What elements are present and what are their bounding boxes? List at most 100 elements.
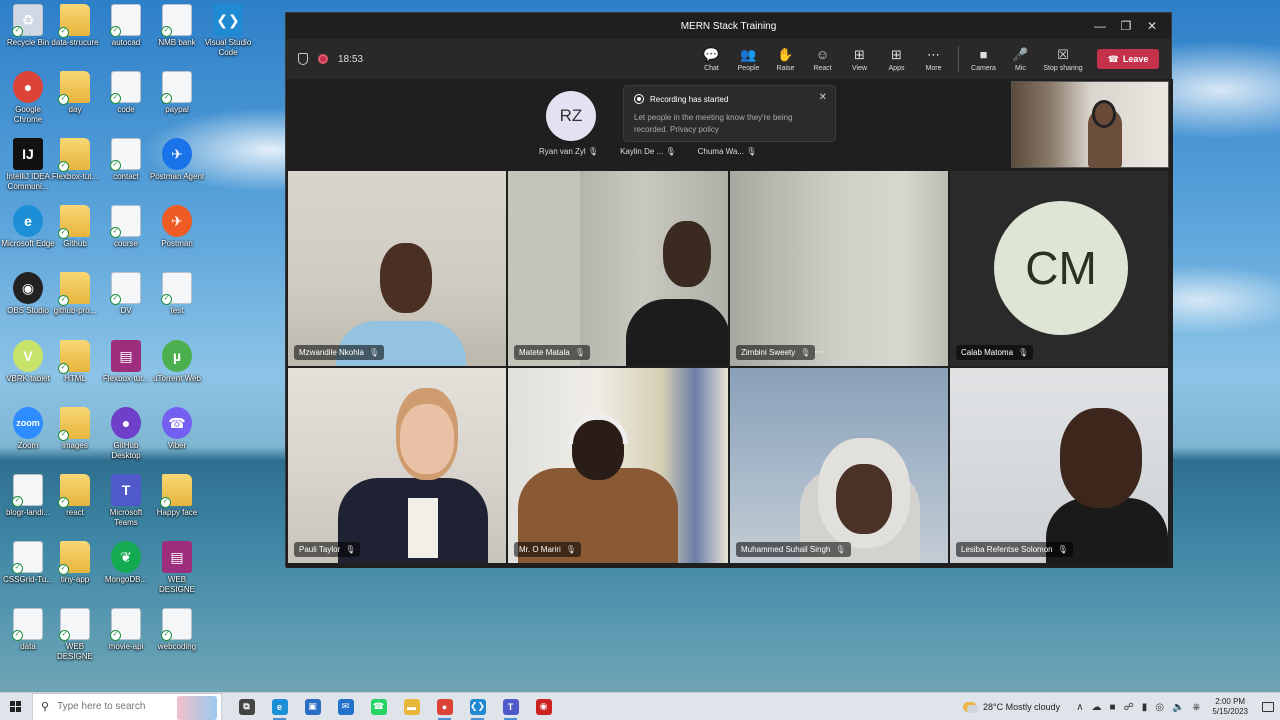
- view-button[interactable]: ⊞ View: [841, 39, 878, 79]
- taskbar-app-task-view[interactable]: ⧉: [230, 693, 263, 720]
- participant-name: Muhammed Suhail Singh: [741, 545, 831, 554]
- privacy-policy-link[interactable]: recorded. Privacy policy: [634, 124, 825, 136]
- desktop-icon[interactable]: ✓ Happy face: [149, 474, 205, 538]
- roster-participant[interactable]: Chuma Wa... 🎙: [698, 147, 757, 156]
- desktop-icon[interactable]: ✓ HTML: [47, 340, 103, 404]
- toolbar-label: Mic: [1015, 64, 1026, 72]
- video-tile[interactable]: Pauli Taylor 🎙: [288, 368, 506, 563]
- more-button[interactable]: ⋯ More: [915, 39, 952, 79]
- desktop-icon[interactable]: ✓ react: [47, 474, 103, 538]
- stop-sharing-button[interactable]: ☒ Stop sharing: [1039, 39, 1087, 79]
- video-tile[interactable]: CM Calab Matoma 🎙: [950, 171, 1168, 366]
- folder-icon[interactable]: ■: [1110, 702, 1116, 713]
- desktop-icon[interactable]: ● GitHub Desktop: [98, 407, 154, 471]
- video-tile[interactable]: Lesiba Refentse Solomon 🎙: [950, 368, 1168, 563]
- taskbar-app-edge[interactable]: e: [263, 693, 296, 720]
- desktop-icon-label: Microsoft Teams: [109, 508, 143, 527]
- raise-button[interactable]: ✋ Raise: [767, 39, 804, 79]
- desktop-icon[interactable]: ✓ github-pro...: [47, 272, 103, 336]
- video-tile[interactable]: Matete Matala 🎙: [508, 171, 728, 366]
- taskbar-app-recorder[interactable]: ◉: [527, 693, 560, 720]
- desktop-icon[interactable]: ✓ paypal: [149, 71, 205, 135]
- network-icon[interactable]: ◎: [1155, 702, 1164, 713]
- avatar[interactable]: RZ: [546, 91, 596, 141]
- desktop-icon[interactable]: ✓ Github: [47, 205, 103, 269]
- restore-icon[interactable]: ❐: [1113, 13, 1139, 39]
- desktop-icon[interactable]: ✓ DV: [98, 272, 154, 336]
- app-icon: IJ: [13, 138, 43, 170]
- desktop-icon[interactable]: ❦ MongoDB...: [98, 541, 154, 605]
- desktop-icon[interactable]: T Microsoft Teams: [98, 474, 154, 538]
- taskbar-search[interactable]: ⚲: [32, 692, 222, 720]
- folder-icon: ✓: [58, 474, 90, 508]
- desktop-icon[interactable]: ✓ movie-api: [98, 608, 154, 672]
- taskbar-app-mail[interactable]: ✉: [329, 693, 362, 720]
- chevron-up-icon[interactable]: ∧: [1076, 702, 1083, 713]
- recorder-icon: ◉: [535, 698, 552, 715]
- desktop-icon[interactable]: ✓ contact: [98, 138, 154, 202]
- mic-off-icon: 🎙: [565, 545, 576, 554]
- desktop-icon[interactable]: ✓ Flexbox-tut...: [47, 138, 103, 202]
- taskbar-app-teams[interactable]: T: [494, 693, 527, 720]
- desktop-icon[interactable]: ✓ webcoding: [149, 608, 205, 672]
- react-button[interactable]: ☺ React: [804, 39, 841, 79]
- chat-button[interactable]: 💬 Chat: [693, 39, 730, 79]
- cloud-icon[interactable]: ☁: [1092, 702, 1102, 713]
- leave-button[interactable]: ☎ Leave: [1097, 49, 1159, 69]
- camera-button[interactable]: ■ Camera: [965, 39, 1002, 79]
- taskbar-app-vscode[interactable]: ❮❯: [461, 693, 494, 720]
- desktop-icon[interactable]: ▤ Flexbox-tut...: [98, 340, 154, 404]
- desktop-icon[interactable]: ✓ images: [47, 407, 103, 471]
- weather-icon: [963, 702, 980, 713]
- desktop-icon[interactable]: ✓ NMB bank: [149, 4, 205, 68]
- video-tile[interactable]: Mr. O Mariri 🎙: [508, 368, 728, 563]
- weather-widget[interactable]: 28°C Mostly cloudy: [963, 702, 1061, 713]
- desktop-icon[interactable]: ✓ tiny-app: [47, 541, 103, 605]
- more-icon[interactable]: ⋯: [814, 347, 824, 358]
- taskbar-app-whatsapp[interactable]: ☎: [362, 693, 395, 720]
- desktop-icon[interactable]: ✓ test: [149, 272, 205, 336]
- search-input[interactable]: [57, 701, 178, 712]
- self-view-video[interactable]: [1011, 81, 1169, 168]
- sync-check-icon: ✓: [58, 564, 69, 575]
- app-icon: ●: [13, 71, 43, 103]
- whatsapp-icon: ☎: [370, 698, 387, 715]
- apps-button[interactable]: ⊞ Apps: [878, 39, 915, 79]
- desktop-icon[interactable]: ✈ Postman: [149, 205, 205, 269]
- video-tile[interactable]: Muhammed Suhail Singh 🎙: [730, 368, 948, 563]
- minimize-icon[interactable]: —: [1087, 13, 1113, 39]
- video-tile[interactable]: Mzwandile Nkohla 🎙: [288, 171, 506, 366]
- desktop-icon[interactable]: ✓ course: [98, 205, 154, 269]
- mic-button[interactable]: 🎤 Mic: [1002, 39, 1039, 79]
- chat-tray-icon[interactable]: ⎈: [1192, 702, 1200, 713]
- desktop-icon[interactable]: ▤ WEB DESIGNE: [149, 541, 205, 605]
- taskbar-app-store[interactable]: ▣: [296, 693, 329, 720]
- close-icon[interactable]: ✕: [1139, 13, 1165, 39]
- start-button[interactable]: [0, 693, 32, 720]
- roster-participant[interactable]: Ryan van Zyl 🎙: [539, 147, 598, 156]
- desktop-icon[interactable]: ✓ data-strucure: [47, 4, 103, 68]
- desktop-icon[interactable]: ✓ WEB DESIGNE: [47, 608, 103, 672]
- desktop-icon[interactable]: ❮❯ Visual Studio Code: [200, 4, 256, 68]
- notification-icon[interactable]: [1262, 702, 1274, 712]
- battery-icon[interactable]: ▮: [1142, 702, 1148, 713]
- desktop-icon[interactable]: ✓ code: [98, 71, 154, 135]
- desktop-icon[interactable]: ✓ autocad: [98, 4, 154, 68]
- desktop-icon[interactable]: ✓ day: [47, 71, 103, 135]
- desktop-icon[interactable]: ✈ Postman Agent: [149, 138, 205, 202]
- desktop-icon-label: webcoding: [157, 642, 197, 651]
- taskbar-app-file-explorer[interactable]: ▬: [395, 693, 428, 720]
- weather-text: 28°C Mostly cloudy: [983, 702, 1061, 712]
- desktop-icon-label: movie-api: [108, 642, 144, 651]
- desktop-icon[interactable]: µ uTorrent Web: [149, 340, 205, 404]
- shield-icon[interactable]: [298, 53, 308, 65]
- desktop-icon[interactable]: ☎ Viber: [149, 407, 205, 471]
- volume-icon[interactable]: 🔈: [1172, 702, 1184, 713]
- usb-icon[interactable]: ☍: [1124, 702, 1134, 713]
- roster-participant[interactable]: Kaylin De ... 🎙: [620, 147, 676, 156]
- close-icon[interactable]: ✕: [819, 92, 827, 103]
- video-tile[interactable]: Zimbini Sweety 🎙 ⋯: [730, 171, 948, 366]
- taskbar-app-chrome[interactable]: ●: [428, 693, 461, 720]
- people-button[interactable]: 👥 People: [730, 39, 767, 79]
- clock[interactable]: 2:00 PM 5/15/2023: [1212, 697, 1248, 717]
